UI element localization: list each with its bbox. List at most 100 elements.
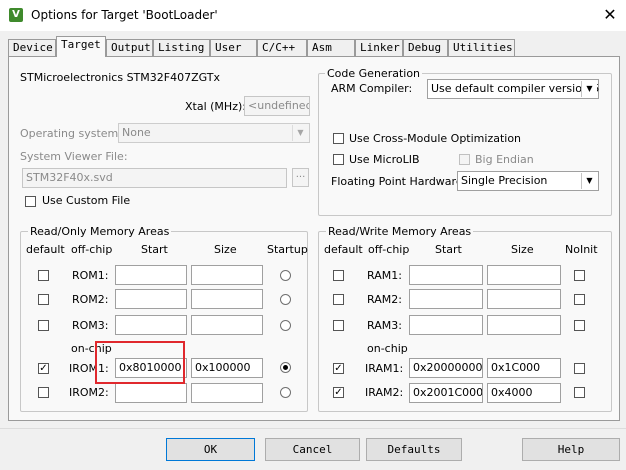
cancel-button[interactable]: Cancel [265,438,360,461]
tab-cc[interactable]: C/C++ [257,39,307,56]
irom1-default-checkbox[interactable]: ✓ [38,363,49,374]
iram2-default-checkbox[interactable]: ✓ [333,387,344,398]
ram-header-offchip: off-chip [368,243,410,256]
device-name: STMicroelectronics STM32F407ZGTx [20,71,220,84]
tab-target[interactable]: Target [56,36,106,57]
rom-header-offchip: off-chip [71,243,113,256]
rom3-size-field[interactable] [191,315,263,335]
iram2-label: IRAM2: [365,386,404,399]
rom3-label: ROM3: [72,319,109,332]
chevron-down-icon: ▼ [581,81,597,97]
tab-device[interactable]: Device [8,39,56,56]
rom1-startup-radio[interactable] [280,270,291,281]
rom1-size-field[interactable] [191,265,263,285]
ram1-noinit-checkbox[interactable] [574,270,585,281]
iram1-size-field[interactable]: 0x1C000 [487,358,561,378]
iram2-size-field[interactable]: 0x4000 [487,383,561,403]
fpu-value: Single Precision [461,174,548,187]
rom2-startup-radio[interactable] [280,294,291,305]
rom-header-size: Size [214,243,237,256]
iram1-label: IRAM1: [365,362,404,375]
microlib-checkbox[interactable] [333,154,344,165]
ram1-label: RAM1: [367,269,402,282]
big-endian-checkbox[interactable] [459,154,470,165]
ram2-default-checkbox[interactable] [333,294,344,305]
iram1-default-checkbox[interactable]: ✓ [333,363,344,374]
tab-linker[interactable]: Linker [355,39,403,56]
ram1-size-field[interactable] [487,265,561,285]
chevron-down-icon: ▼ [581,173,597,189]
rom3-startup-radio[interactable] [280,320,291,331]
ram1-default-checkbox[interactable] [333,270,344,281]
microlib-label: Use MicroLIB [349,153,420,166]
ram-header-start: Start [435,243,462,256]
ram2-start-field[interactable] [409,289,483,309]
rom-header-start: Start [141,243,168,256]
window-title: Options for Target 'BootLoader' [31,8,218,22]
os-label: Operating system: [20,127,122,140]
irom2-label: IROM2: [69,386,109,399]
irom2-size-field[interactable] [191,383,263,403]
irom2-startup-radio[interactable] [280,387,291,398]
ram3-noinit-checkbox[interactable] [574,320,585,331]
tab-output[interactable]: Output [106,39,153,56]
custom-file-label: Use Custom File [42,194,131,207]
rom2-start-field[interactable] [115,289,187,309]
ram2-label: RAM2: [367,293,402,306]
rom3-default-checkbox[interactable] [38,320,49,331]
rom2-size-field[interactable] [191,289,263,309]
rom2-default-checkbox[interactable] [38,294,49,305]
tab-user[interactable]: User [210,39,257,56]
defaults-button[interactable]: Defaults [366,438,462,461]
iram2-start-field[interactable]: 0x2001C000 [409,383,483,403]
rom2-label: ROM2: [72,293,109,306]
rom1-default-checkbox[interactable] [38,270,49,281]
close-icon[interactable]: ✕ [598,4,622,26]
xtal-label: Xtal (MHz): [185,100,246,113]
compiler-select[interactable]: Use default compiler version 5 ▼ [427,79,599,99]
svd-field[interactable]: STM32F40x.svd [22,168,287,188]
tab-listing[interactable]: Listing [153,39,210,56]
irom1-startup-radio[interactable] [280,362,291,373]
title-bar: V Options for Target 'BootLoader' ✕ [0,0,626,31]
os-select[interactable]: None ▼ [118,123,310,143]
ram2-size-field[interactable] [487,289,561,309]
ram-header-default: default [324,243,363,256]
ram3-default-checkbox[interactable] [333,320,344,331]
chevron-down-icon: ▼ [292,125,308,141]
help-button[interactable]: Help [522,438,620,461]
tab-debug[interactable]: Debug [403,39,448,56]
ram3-start-field[interactable] [409,315,483,335]
rom3-start-field[interactable] [115,315,187,335]
tab-strip: Device Target Output Listing User C/C++ … [8,36,620,57]
ram-header-size: Size [511,243,534,256]
big-endian-label: Big Endian [475,153,534,166]
svd-browse-button[interactable]: ... [292,168,309,187]
fpu-select[interactable]: Single Precision ▼ [457,171,599,191]
tab-asm[interactable]: Asm [307,39,355,56]
irom1-size-field[interactable]: 0x100000 [191,358,263,378]
xtal-field[interactable]: <undefined> [244,96,310,116]
rom1-start-field[interactable] [115,265,187,285]
iram1-start-field[interactable]: 0x20000000 [409,358,483,378]
ram-header-noinit: NoInit [565,243,598,256]
ram1-start-field[interactable] [409,265,483,285]
custom-file-checkbox[interactable] [25,196,36,207]
fpu-label: Floating Point Hardware: [331,175,467,188]
compiler-value: Use default compiler version 5 [431,82,600,95]
irom2-start-field[interactable] [115,383,187,403]
cross-module-checkbox[interactable] [333,133,344,144]
compiler-label: ARM Compiler: [331,82,413,95]
tab-utilities[interactable]: Utilities [448,39,515,56]
iram2-noinit-checkbox[interactable] [574,387,585,398]
ram-title: Read/Write Memory Areas [326,225,474,238]
app-icon: V [9,8,23,22]
button-separator [0,428,626,429]
irom2-default-checkbox[interactable] [38,387,49,398]
rom1-label: ROM1: [72,269,109,282]
ok-button[interactable]: OK [166,438,255,461]
iram1-noinit-checkbox[interactable] [574,363,585,374]
ram3-size-field[interactable] [487,315,561,335]
ram2-noinit-checkbox[interactable] [574,294,585,305]
code-generation-title: Code Generation [325,67,423,80]
